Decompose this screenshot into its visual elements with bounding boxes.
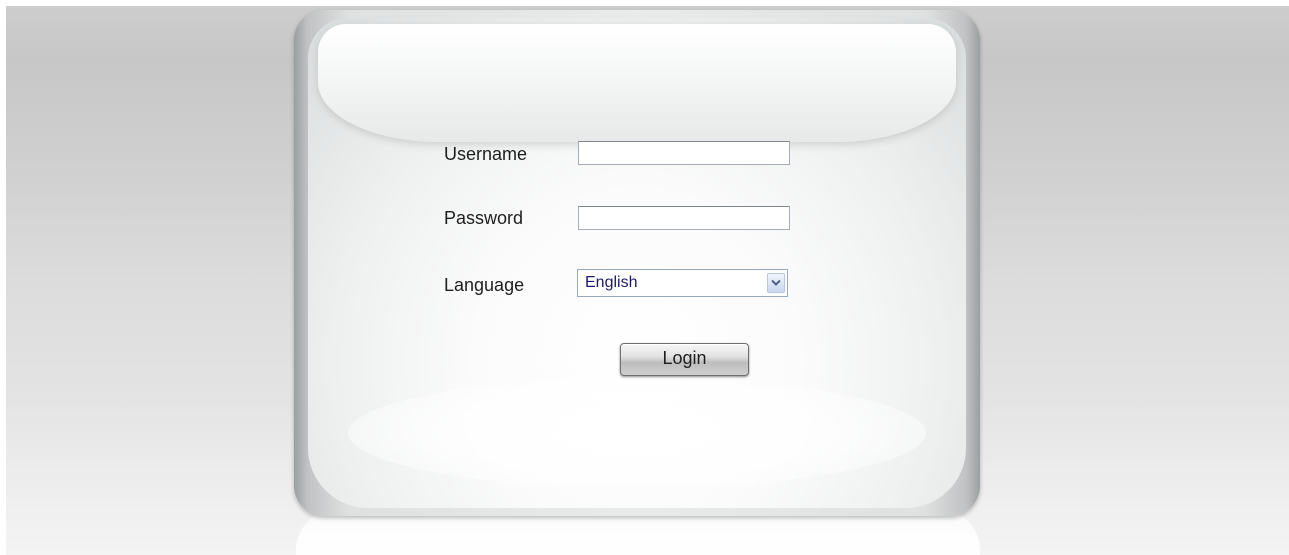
login-button[interactable]: Login — [620, 343, 749, 376]
username-input[interactable] — [578, 141, 790, 165]
language-select[interactable]: English — [577, 269, 788, 297]
language-selected-value: English — [585, 274, 638, 291]
password-label: Password — [444, 208, 524, 228]
username-label: Username — [444, 144, 528, 164]
login-panel — [294, 10, 980, 516]
chevron-down-icon[interactable] — [767, 273, 785, 293]
password-input[interactable] — [578, 206, 790, 230]
panel-reflection — [296, 510, 980, 555]
panel-header-highlight — [318, 24, 956, 142]
login-panel-inner — [308, 18, 966, 508]
panel-bottom-glow — [348, 378, 926, 488]
language-label: Language — [444, 275, 525, 295]
